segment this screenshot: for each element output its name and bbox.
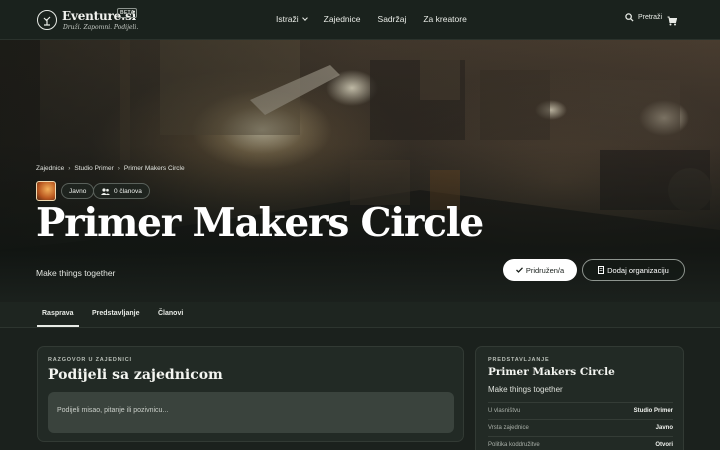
discussion-eyebrow: RAZGOVOR U ZAJEDNICI bbox=[48, 357, 132, 363]
community-tabs: Rasprava Predstavljanje Članovi bbox=[0, 302, 720, 328]
search-label: Pretraži bbox=[638, 14, 663, 21]
about-card: PREDSTAVLJANJE Primer Makers Circle Make… bbox=[475, 346, 684, 450]
about-row-type: Vrsta zajednice Javno bbox=[488, 419, 673, 436]
community-avatar bbox=[36, 181, 56, 201]
brand-tagline: Druži. Zapomni. Podijeli. bbox=[63, 24, 139, 31]
about-row-policy: Politika koddružitve Otvori bbox=[488, 436, 673, 450]
type-key: Vrsta zajednice bbox=[488, 425, 529, 431]
breadcrumb-separator-icon: › bbox=[117, 165, 120, 172]
tab-predstavljanje[interactable]: Predstavljanje bbox=[92, 310, 139, 317]
type-value: Javno bbox=[655, 425, 673, 431]
nav-zajednice[interactable]: Zajednice bbox=[324, 14, 361, 24]
building-icon bbox=[598, 266, 605, 274]
page-subtitle: Make things together bbox=[36, 268, 116, 278]
about-eyebrow: PREDSTAVLJANJE bbox=[488, 357, 550, 363]
joined-button-label: Pridružen/a bbox=[525, 265, 565, 275]
cart-icon[interactable] bbox=[667, 13, 678, 31]
page-title: Primer Makers Circle bbox=[36, 200, 484, 246]
top-navbar: Eventure.si BETA Druži. Zapomni. Podijel… bbox=[0, 0, 720, 40]
members-badge[interactable]: 0 članova bbox=[93, 183, 150, 199]
users-icon bbox=[101, 187, 110, 195]
beta-badge: BETA bbox=[117, 8, 138, 18]
discussion-card: RAZGOVOR U ZAJEDNICI Podijeli sa zajedni… bbox=[37, 346, 464, 442]
add-organization-button[interactable]: Dodaj organizaciju bbox=[582, 259, 685, 281]
main-nav: Istraži Zajednice Sadržaj Za kreatore bbox=[276, 14, 484, 24]
discussion-title: Podijeli sa zajednicom bbox=[48, 367, 223, 383]
add-organization-label: Dodaj organizaciju bbox=[607, 265, 669, 275]
search-icon bbox=[625, 13, 634, 22]
check-icon bbox=[515, 267, 523, 273]
visibility-label: Javno bbox=[69, 187, 87, 195]
tab-clanovi[interactable]: Članovi bbox=[158, 310, 183, 317]
post-composer-input[interactable]: Podijeli misao, pitanje ili pozivnicu... bbox=[48, 392, 454, 433]
about-description: Make things together bbox=[488, 385, 563, 394]
owner-key: U vlasništvu bbox=[488, 408, 521, 414]
about-title: Primer Makers Circle bbox=[488, 366, 615, 378]
owner-value[interactable]: Studio Primer bbox=[634, 408, 673, 414]
breadcrumb-separator-icon: › bbox=[68, 165, 71, 172]
joined-button[interactable]: Pridružen/a bbox=[503, 259, 577, 281]
policy-value: Otvori bbox=[655, 442, 673, 448]
logo-tree-icon[interactable] bbox=[37, 10, 57, 30]
nav-sadrzaj[interactable]: Sadržaj bbox=[378, 14, 407, 24]
breadcrumb-current: Primer Makers Circle bbox=[123, 165, 185, 172]
tab-rasprava[interactable]: Rasprava bbox=[37, 310, 78, 327]
nav-istrazi[interactable]: Istraži bbox=[276, 14, 307, 24]
about-row-owner: U vlasništvu Studio Primer bbox=[488, 402, 673, 419]
breadcrumb-zajednice[interactable]: Zajednice bbox=[36, 165, 64, 172]
breadcrumb-studio-primer[interactable]: Studio Primer bbox=[74, 165, 113, 172]
search-button[interactable]: Pretraži bbox=[625, 13, 662, 22]
policy-key: Politika koddružitve bbox=[488, 442, 540, 448]
visibility-badge: Javno bbox=[61, 183, 95, 199]
members-count: 0 članova bbox=[114, 187, 142, 195]
breadcrumb: Zajednice › Studio Primer › Primer Maker… bbox=[36, 165, 185, 172]
nav-za-kreatore[interactable]: Za kreatore bbox=[423, 14, 466, 24]
